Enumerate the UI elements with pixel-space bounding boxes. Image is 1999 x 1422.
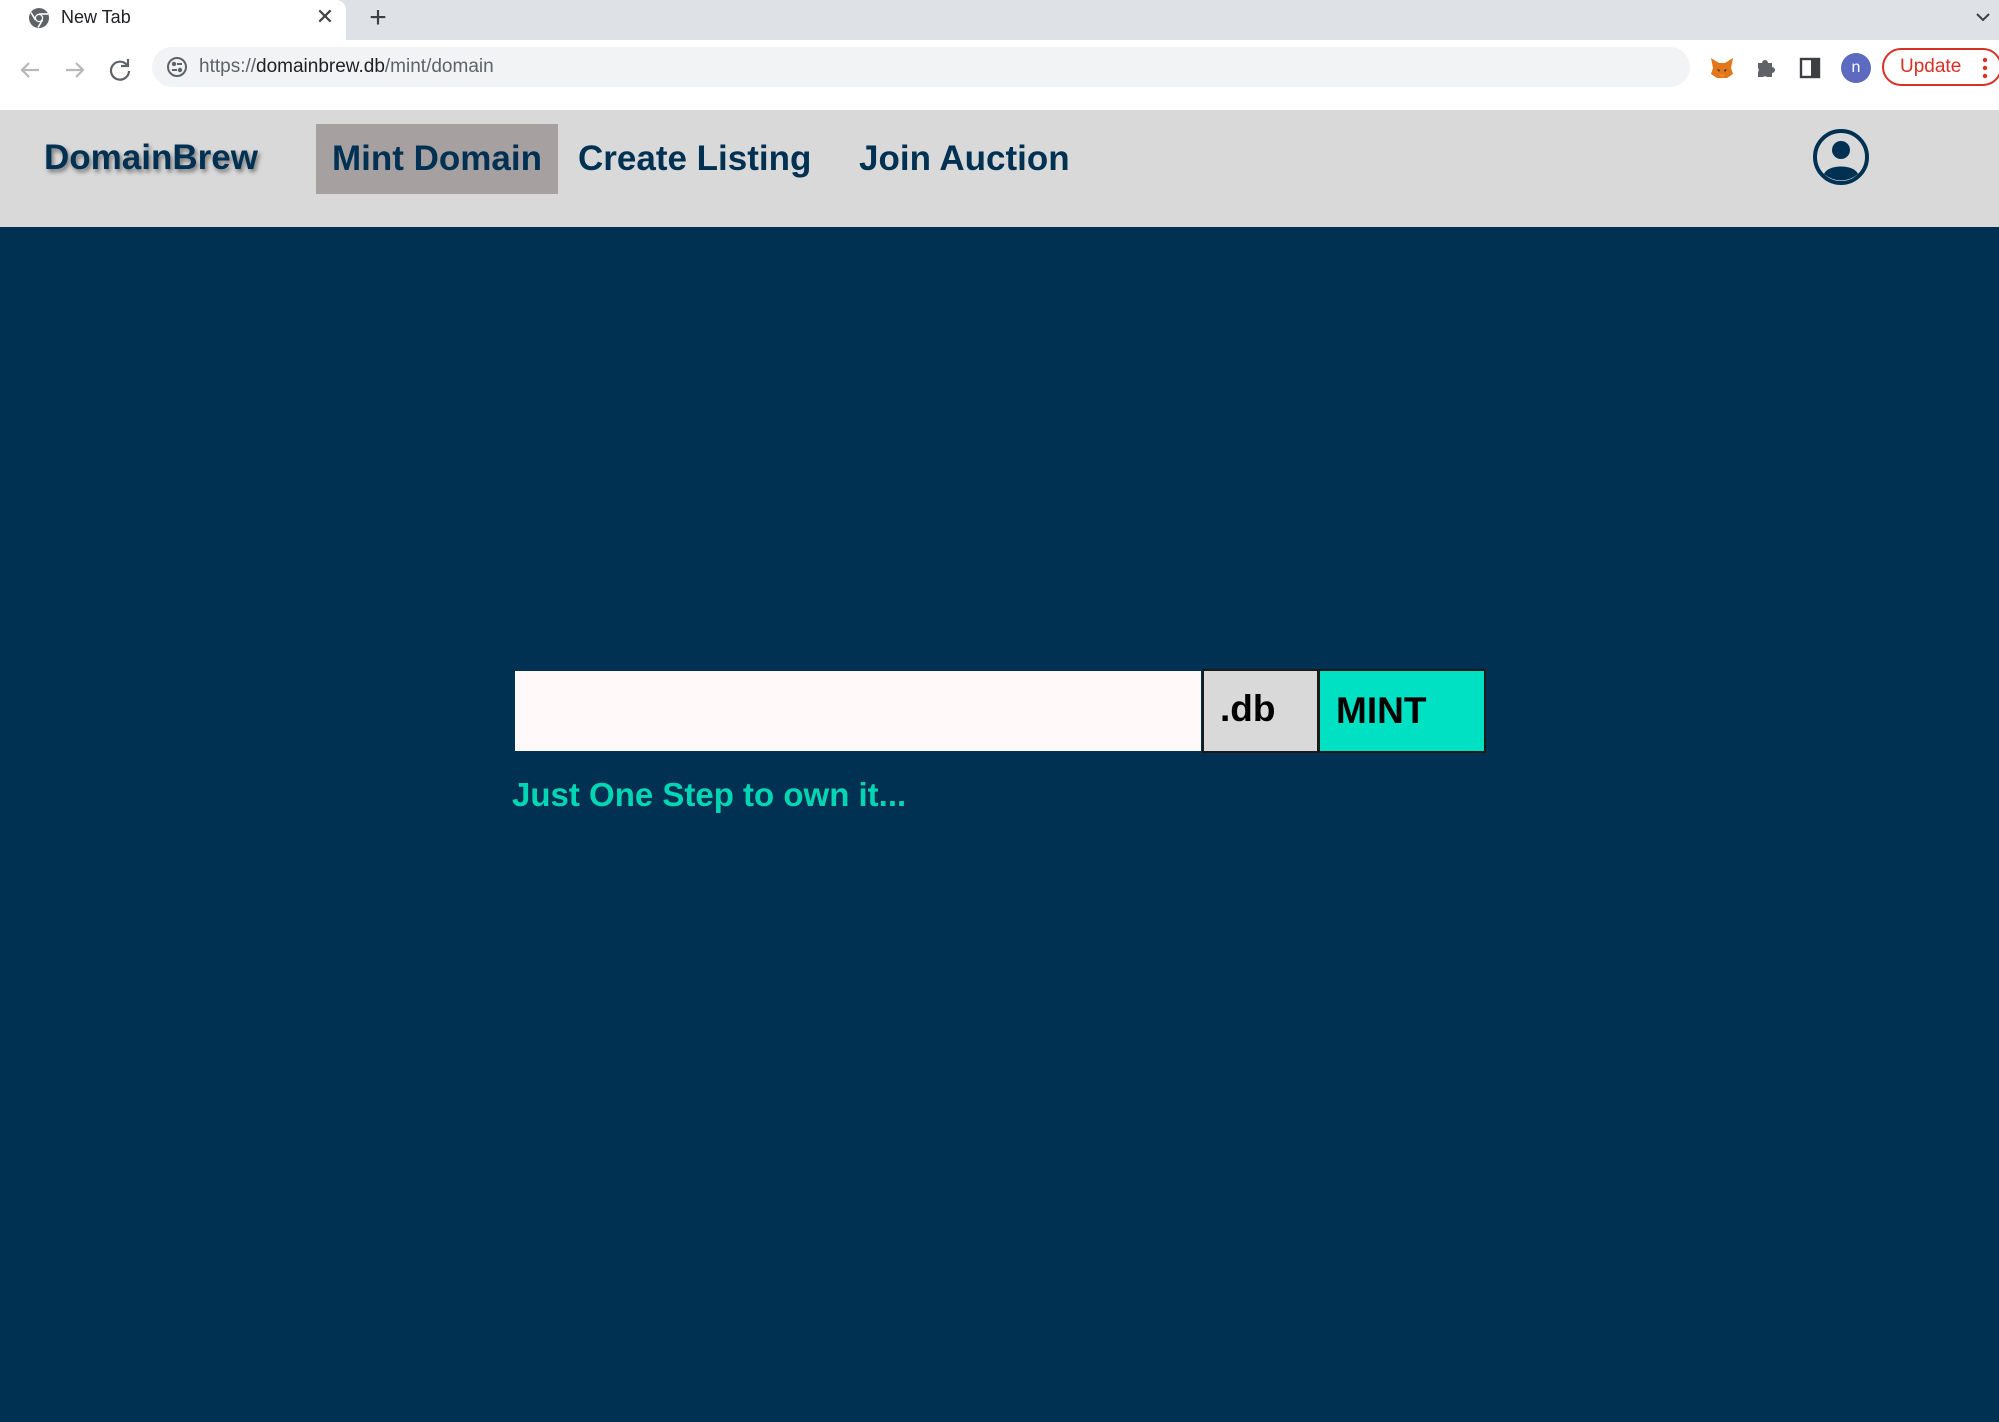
nav-mint-domain[interactable]: Mint Domain xyxy=(316,124,558,194)
main-content: .db MINT Just One Step to own it... xyxy=(0,227,1999,1422)
browser-tabstrip: New Tab ✕ + xyxy=(0,0,1999,40)
metamask-fox-icon[interactable] xyxy=(1708,54,1736,82)
puzzle-icon[interactable] xyxy=(1752,54,1780,82)
url-path: /mint/domain xyxy=(384,56,494,77)
new-tab-icon[interactable]: + xyxy=(364,3,392,33)
user-circle-icon[interactable] xyxy=(1812,128,1870,186)
tab-title: New Tab xyxy=(61,7,131,27)
profile-avatar[interactable]: n xyxy=(1841,53,1871,83)
chrome-icon xyxy=(29,8,49,28)
close-tab-icon[interactable]: ✕ xyxy=(314,6,336,28)
url-scheme: https:// xyxy=(199,56,257,77)
back-arrow-icon[interactable] xyxy=(14,54,46,86)
tld-suffix: .db xyxy=(1202,669,1319,753)
tagline-text: Just One Step to own it... xyxy=(512,776,907,813)
reload-icon[interactable] xyxy=(104,54,136,86)
brand-logo[interactable]: DomainBrew xyxy=(44,137,258,179)
side-panel-icon[interactable] xyxy=(1796,54,1824,82)
url-text: https://domainbrew.db/mint/domain xyxy=(199,56,494,78)
mint-button[interactable]: MINT xyxy=(1318,669,1486,753)
nav-join-auction[interactable]: Join Auction xyxy=(843,124,1086,194)
domain-name-input[interactable] xyxy=(513,669,1203,753)
browser-toolbar: https://domainbrew.db/mint/domain n Upda… xyxy=(0,40,1999,110)
address-bar[interactable]: https://domainbrew.db/mint/domain xyxy=(152,47,1690,87)
forward-arrow-icon[interactable] xyxy=(59,54,91,86)
site-info-icon[interactable] xyxy=(166,56,188,78)
nav-create-listing[interactable]: Create Listing xyxy=(562,124,827,194)
more-vertical-icon[interactable] xyxy=(1982,57,1988,79)
browser-tab[interactable]: New Tab ✕ xyxy=(0,0,346,40)
site-navbar: DomainBrew Mint Domain Create Listing Jo… xyxy=(0,110,1999,227)
url-host: domainbrew.db xyxy=(256,56,385,77)
chevron-down-icon[interactable] xyxy=(1972,6,1994,28)
